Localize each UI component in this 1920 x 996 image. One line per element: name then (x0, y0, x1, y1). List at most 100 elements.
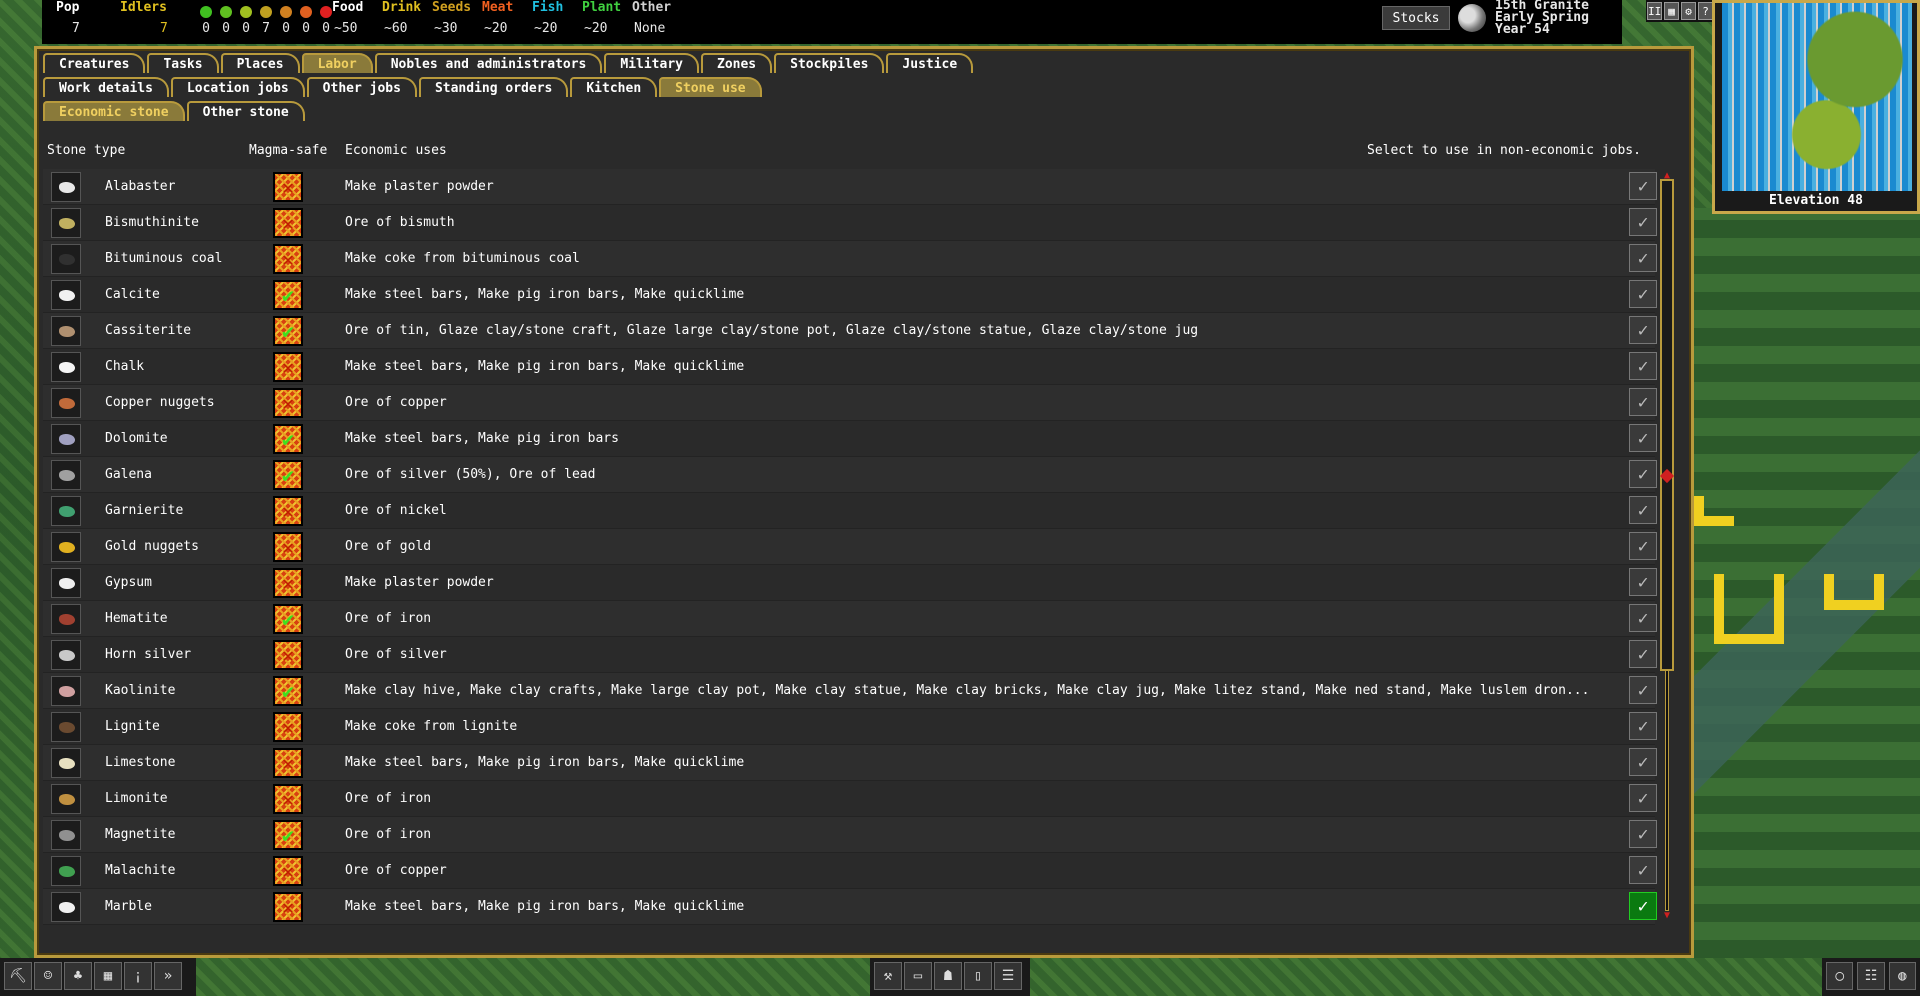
stone-row[interactable]: Bismuthinite ✕ Ore of bismuth ✓ (43, 205, 1657, 241)
magma-unsafe-icon: ✕ (273, 748, 303, 778)
use-in-non-economic-checkbox[interactable]: ✓ (1629, 820, 1657, 848)
tab-military[interactable]: Military (604, 53, 699, 73)
subtab-work-details[interactable]: Work details (43, 77, 169, 97)
scrollbar-thumb[interactable] (1660, 179, 1674, 671)
tab-labor[interactable]: Labor (301, 53, 373, 73)
economic-uses: Ore of silver (345, 647, 447, 662)
stone-row[interactable]: Magnetite ✔ Ore of iron ✓ (43, 817, 1657, 853)
stone-row[interactable]: Bituminous coal ✕ Make coke from bituminou… (43, 241, 1657, 277)
stone-row[interactable]: Cassiterite ✔ Ore of tin, Glaze clay/stone… (43, 313, 1657, 349)
subtab-location-jobs[interactable]: Location jobs (170, 77, 305, 97)
fast-forward-icon[interactable]: » (154, 962, 182, 990)
subtab-standing-orders[interactable]: Standing orders (418, 77, 569, 97)
tab-nobles-and-administrators[interactable]: Nobles and administrators (374, 53, 603, 73)
stone-row[interactable]: Dolomite ✔ Make steel bars, Make pig iron … (43, 421, 1657, 457)
scrollbar[interactable]: ▲ ▼ (1659, 171, 1675, 921)
magma-safe-icon: ✔ (273, 676, 303, 706)
use-in-non-economic-checkbox[interactable]: ✓ (1629, 532, 1657, 560)
tab-tasks[interactable]: Tasks (147, 53, 219, 73)
stone-row[interactable]: Marble ✕ Make steel bars, Make pig iron ba… (43, 889, 1657, 925)
stone-row[interactable]: Hematite ✔ Ore of iron ✓ (43, 601, 1657, 637)
subtab-stone-use[interactable]: Stone use (659, 77, 762, 97)
map-icon[interactable]: ▦ (94, 962, 122, 990)
mood-face-icon (280, 6, 292, 18)
use-in-non-economic-checkbox[interactable]: ✓ (1629, 316, 1657, 344)
tab-justice[interactable]: Justice (886, 53, 974, 73)
use-in-non-economic-checkbox[interactable]: ✓ (1629, 856, 1657, 884)
stone-row[interactable]: Garnierite ✕ Ore of nickel ✓ (43, 493, 1657, 529)
use-in-non-economic-checkbox[interactable]: ✓ (1629, 388, 1657, 416)
use-in-non-economic-checkbox[interactable]: ✓ (1629, 244, 1657, 272)
use-in-non-economic-checkbox[interactable]: ✓ (1629, 676, 1657, 704)
pickaxe-icon[interactable]: ⛏ (4, 962, 32, 990)
stone-row[interactable]: Malachite ✕ Ore of copper ✓ (43, 853, 1657, 889)
stone-row[interactable]: Limestone ✕ Make steel bars, Make pig iron… (43, 745, 1657, 781)
creature-icon[interactable]: ♣ (64, 962, 92, 990)
magma-unsafe-icon: ✕ (273, 892, 303, 922)
right-map-view[interactable] (1694, 208, 1920, 958)
stone-row[interactable]: Gold nuggets ✕ Ore of gold ✓ (43, 529, 1657, 565)
stone-type-header: Stone type (47, 143, 126, 158)
scroll-up-icon[interactable]: ▲ (1662, 171, 1672, 181)
bottom-left-tools: ⛏ ☺ ♣ ▦ ¡ » (0, 958, 196, 996)
wall-segment (1714, 574, 1784, 644)
stone-row[interactable]: Copper nuggets ✕ Ore of copper ✓ (43, 385, 1657, 421)
grid-button[interactable]: ▦ (1664, 2, 1679, 20)
use-in-non-economic-checkbox[interactable]: ✓ (1629, 712, 1657, 740)
scroll-down-icon[interactable]: ▼ (1662, 911, 1672, 921)
workshop-icon[interactable]: ☗ (934, 962, 962, 990)
subtab-kitchen[interactable]: Kitchen (570, 77, 658, 97)
use-in-non-economic-checkbox[interactable]: ✓ (1629, 568, 1657, 596)
hammer-icon[interactable]: ⚒ (874, 962, 902, 990)
stone-row[interactable]: Limonite ✕ Ore of iron ✓ (43, 781, 1657, 817)
stone-row[interactable]: Kaolinite ✔ Make clay hive, Make clay craf… (43, 673, 1657, 709)
lever-icon[interactable]: ¡ (124, 962, 152, 990)
use-in-non-economic-checkbox[interactable]: ✓ (1629, 748, 1657, 776)
subtab-other-jobs[interactable]: Other jobs (306, 77, 417, 97)
use-in-non-economic-checkbox[interactable]: ✓ (1629, 640, 1657, 668)
use-in-non-economic-checkbox[interactable]: ✓ (1629, 496, 1657, 524)
stone-icon (51, 352, 81, 382)
stone-row[interactable]: Chalk ✕ Make steel bars, Make pig iron bar… (43, 349, 1657, 385)
stone-tab-other-stone[interactable]: Other stone (186, 101, 305, 121)
idlers-value: 7 (160, 21, 168, 36)
use-in-non-economic-checkbox[interactable]: ✓ (1629, 208, 1657, 236)
minimap[interactable] (1722, 3, 1912, 191)
tab-zones[interactable]: Zones (701, 53, 773, 73)
settings-button[interactable]: ⚙ (1681, 2, 1696, 20)
stone-row[interactable]: Galena ✔ Ore of silver (50%), Ore of lead ✓ (43, 457, 1657, 493)
stone-row[interactable]: Horn silver ✕ Ore of silver ✓ (43, 637, 1657, 673)
stone-row[interactable]: Lignite ✕ Make coke from lignite ✓ (43, 709, 1657, 745)
stone-row[interactable]: Calcite ✔ Make steel bars, Make pig iron b… (43, 277, 1657, 313)
tab-stockpiles[interactable]: Stockpiles (774, 53, 885, 73)
stone-icon (51, 856, 81, 886)
hatch-icon[interactable]: ☰ (994, 962, 1022, 990)
economic-uses: Make coke from lignite (345, 719, 518, 734)
stone-name: Cassiterite (105, 323, 192, 338)
stone-row[interactable]: Gypsum ✕ Make plaster powder ✓ (43, 565, 1657, 601)
tab-creatures[interactable]: Creatures (43, 53, 146, 73)
use-in-non-economic-checkbox[interactable]: ✓ (1629, 352, 1657, 380)
portal-icon[interactable]: ◯ (1826, 962, 1854, 990)
dwarf-icon[interactable]: ☺ (34, 962, 62, 990)
stone-tab-economic-stone[interactable]: Economic stone (43, 101, 185, 121)
tab-places[interactable]: Places (220, 53, 300, 73)
pause-button[interactable]: II (1647, 2, 1662, 20)
use-in-non-economic-checkbox[interactable]: ✓ (1629, 604, 1657, 632)
economic-uses: Make steel bars, Make pig iron bars, Mak… (345, 359, 745, 374)
help-button[interactable]: ? (1698, 2, 1713, 20)
use-in-non-economic-checkbox[interactable]: ✓ (1629, 460, 1657, 488)
use-in-non-economic-checkbox[interactable]: ✓ (1629, 280, 1657, 308)
use-in-non-economic-checkbox[interactable]: ✓ (1629, 892, 1657, 920)
stone-name: Limestone (105, 755, 176, 770)
wall-segment (1694, 496, 1734, 526)
notes-icon[interactable]: ☷ (1857, 962, 1885, 990)
stone-row[interactable]: Alabaster ✕ Make plaster powder ✓ (43, 169, 1657, 205)
use-in-non-economic-checkbox[interactable]: ✓ (1629, 784, 1657, 812)
stocks-button[interactable]: Stocks (1382, 6, 1450, 30)
bed-icon[interactable]: ▭ (904, 962, 932, 990)
use-in-non-economic-checkbox[interactable]: ✓ (1629, 172, 1657, 200)
door-icon[interactable]: ▯ (964, 962, 992, 990)
world-icon[interactable]: ◍ (1888, 962, 1916, 990)
use-in-non-economic-checkbox[interactable]: ✓ (1629, 424, 1657, 452)
